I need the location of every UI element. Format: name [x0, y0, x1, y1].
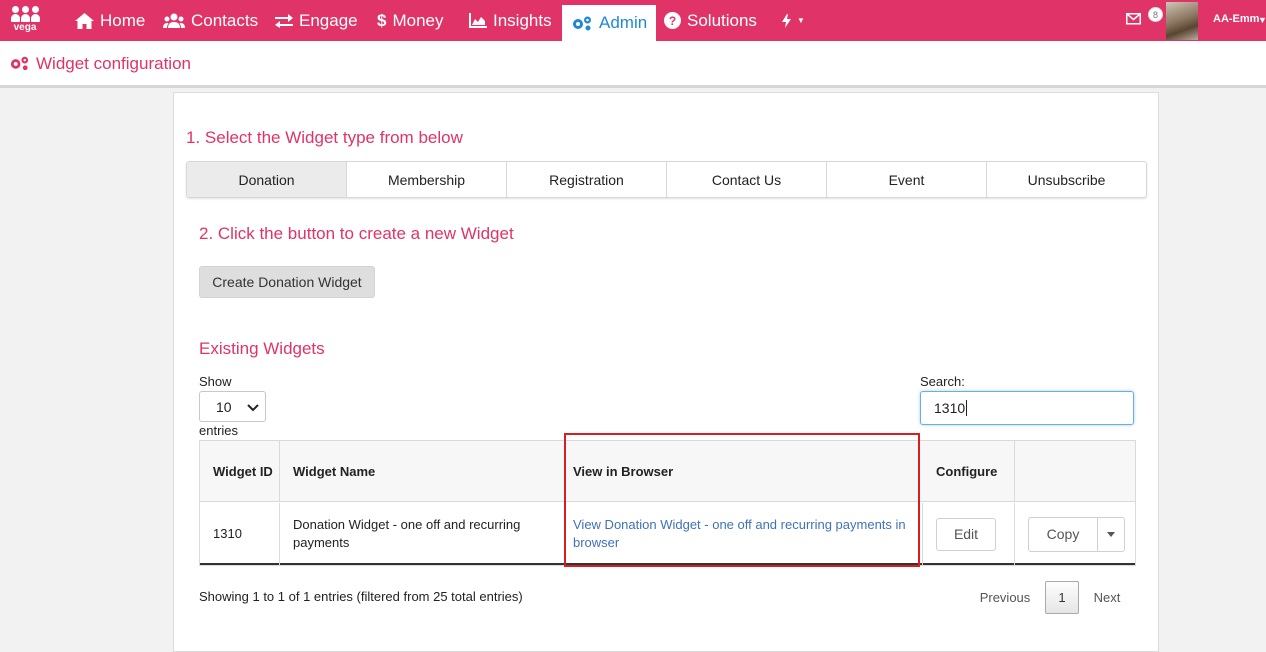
search-input[interactable]: 1310	[920, 391, 1134, 425]
tab-event[interactable]: Event	[827, 162, 987, 197]
question-circle-icon: ?	[664, 12, 681, 29]
page-header: Widget configuration	[0, 41, 1266, 88]
nav-home-label: Home	[100, 10, 146, 30]
bolt-icon	[782, 13, 791, 28]
chevron-down-icon: ▼	[797, 16, 805, 25]
view-in-browser-highlight-box	[564, 433, 920, 567]
nav-contacts-label: Contacts	[191, 10, 259, 30]
nav-home[interactable]: Home	[75, 0, 145, 41]
table-info: Showing 1 to 1 of 1 entries (filtered fr…	[199, 589, 523, 604]
nav-insights-label: Insights	[493, 10, 552, 30]
cogs-icon	[10, 56, 29, 71]
vega-logo[interactable]: vega	[9, 6, 41, 36]
copy-dropdown-toggle[interactable]	[1098, 518, 1124, 551]
dollar-icon: $	[377, 10, 387, 30]
entries-label: entries	[199, 423, 239, 438]
chevron-down-icon	[247, 404, 259, 412]
tab-donation[interactable]: Donation	[187, 162, 347, 197]
cell-widget-name: Donation Widget - one off and recurring …	[280, 503, 566, 565]
nav-money[interactable]: $ Money	[377, 0, 444, 41]
pagination-previous[interactable]: Previous	[975, 581, 1035, 614]
tab-contact-us[interactable]: Contact Us	[667, 162, 827, 197]
home-icon	[75, 12, 94, 29]
copy-split-button: Copy	[1028, 516, 1125, 552]
widget-type-tabs: Donation Membership Registration Contact…	[186, 161, 1147, 198]
entries-per-page-select[interactable]: 10	[199, 391, 266, 422]
column-widget-id[interactable]: Widget ID	[200, 441, 280, 502]
nav-admin-label: Admin	[599, 13, 648, 32]
tab-unsubscribe[interactable]: Unsubscribe	[987, 162, 1146, 197]
nav-admin[interactable]: Admin	[562, 5, 657, 41]
cell-configure: Edit	[923, 503, 1015, 565]
logo-text: vega	[13, 22, 37, 33]
nav-engage[interactable]: Engage	[275, 0, 358, 41]
existing-widgets-title: Existing Widgets	[199, 339, 325, 358]
nav-money-label: Money	[392, 10, 444, 30]
tab-membership[interactable]: Membership	[347, 162, 507, 197]
area-chart-icon	[469, 13, 487, 28]
entries-per-page-value: 10	[216, 398, 232, 415]
mail-count-badge: 8	[1148, 7, 1163, 22]
nav-contacts[interactable]: Contacts	[163, 0, 258, 41]
create-donation-widget-button[interactable]: Create Donation Widget	[199, 266, 375, 298]
cell-actions: Copy	[1015, 503, 1135, 565]
users-icon	[163, 13, 185, 28]
user-name[interactable]: AA-Emm	[1213, 13, 1259, 25]
column-actions	[1015, 441, 1135, 502]
search-label: Search:	[920, 374, 965, 389]
cogs-icon	[573, 16, 591, 31]
top-navbar: vega Home Contacts Engage $ Money Insigh…	[0, 0, 1266, 41]
svg-text:?: ?	[669, 14, 676, 28]
user-caret-icon[interactable]: ▼	[1258, 15, 1266, 25]
search-input-value: 1310	[934, 400, 966, 416]
pagination-page-1[interactable]: 1	[1045, 581, 1079, 614]
pagination-next[interactable]: Next	[1088, 581, 1126, 614]
caret-down-icon	[1107, 531, 1115, 537]
avatar[interactable]	[1166, 2, 1198, 40]
copy-button[interactable]: Copy	[1029, 517, 1098, 551]
column-widget-name[interactable]: Widget Name	[280, 441, 566, 502]
column-configure[interactable]: Configure	[923, 441, 1015, 502]
exchange-icon	[275, 14, 293, 28]
tab-registration[interactable]: Registration	[507, 162, 667, 197]
nav-solutions-label: Solutions	[687, 10, 757, 30]
show-label: Show	[199, 374, 232, 389]
step1-title: 1. Select the Widget type from below	[186, 128, 463, 147]
page-title: Widget configuration	[36, 54, 191, 73]
nav-engage-label: Engage	[299, 10, 358, 30]
nav-solutions[interactable]: ? Solutions	[664, 0, 757, 41]
cell-widget-id: 1310	[200, 503, 280, 565]
step2-title: 2. Click the button to create a new Widg…	[199, 224, 514, 243]
nav-quick-actions[interactable]: ▼	[782, 0, 805, 41]
edit-button[interactable]: Edit	[936, 517, 996, 551]
mail-icon[interactable]	[1126, 12, 1141, 25]
nav-insights[interactable]: Insights	[469, 0, 552, 41]
